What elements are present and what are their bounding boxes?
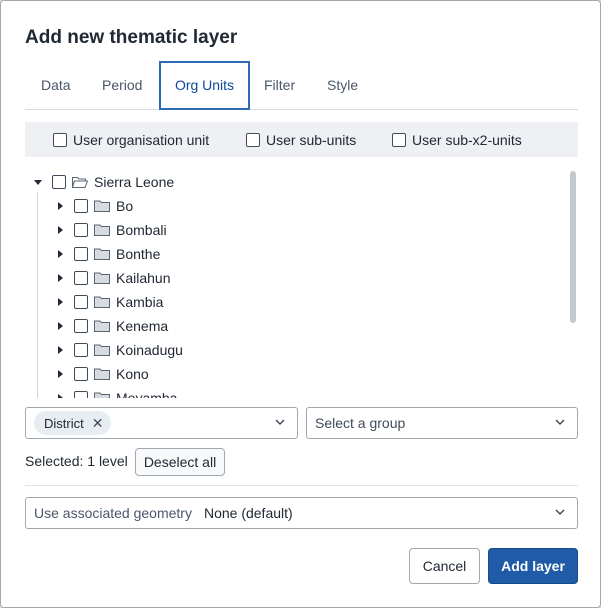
- selection-summary: Selected: 1 level: [25, 453, 128, 469]
- checkbox[interactable]: [74, 199, 88, 213]
- tab-data[interactable]: Data: [41, 61, 71, 110]
- tree-item-label[interactable]: Kono: [116, 366, 149, 382]
- geometry-value: None (default): [203, 505, 293, 521]
- tree-row[interactable]: Kenema: [58, 314, 168, 338]
- tree-item-label[interactable]: Kenema: [116, 318, 168, 334]
- geometry-select[interactable]: Use associated geometry None (default): [25, 497, 578, 529]
- checkbox[interactable]: [74, 271, 88, 285]
- chevron-down-icon: [555, 419, 565, 426]
- tree-item-label[interactable]: Bonthe: [116, 246, 160, 262]
- checkbox[interactable]: [74, 319, 88, 333]
- tree-root-row[interactable]: Sierra Leone: [34, 170, 174, 194]
- user-sub-x2-units-option[interactable]: User sub-x2-units: [392, 132, 522, 148]
- folder-icon: [94, 200, 110, 212]
- tree-item-label[interactable]: Moyamba: [116, 390, 177, 398]
- tab-period[interactable]: Period: [102, 61, 142, 110]
- geometry-label: Use associated geometry: [34, 505, 192, 521]
- caret-right-icon[interactable]: [58, 394, 63, 398]
- tree-row[interactable]: Moyamba: [58, 386, 177, 398]
- tree-row[interactable]: Bombali: [58, 218, 167, 242]
- option-label: User organisation unit: [73, 132, 210, 148]
- tab-filter[interactable]: Filter: [264, 61, 295, 110]
- checkbox[interactable]: [392, 133, 406, 147]
- caret-right-icon[interactable]: [58, 322, 63, 330]
- caret-right-icon[interactable]: [58, 298, 63, 306]
- tree-row[interactable]: Kailahun: [58, 266, 171, 290]
- user-sub-units-option[interactable]: User sub-units: [246, 132, 356, 148]
- group-select[interactable]: Select a group: [306, 407, 578, 439]
- caret-right-icon[interactable]: [58, 274, 63, 282]
- tree-guide-line: [37, 192, 38, 398]
- checkbox[interactable]: [74, 391, 88, 398]
- folder-icon: [94, 392, 110, 398]
- caret-right-icon[interactable]: [58, 202, 63, 210]
- chevron-down-icon: [555, 509, 565, 516]
- user-org-unit-options: User organisation unit User sub-units Us…: [25, 122, 578, 157]
- caret-down-icon[interactable]: [34, 179, 42, 185]
- folder-icon: [94, 368, 110, 380]
- tree-row[interactable]: Koinadugu: [58, 338, 183, 362]
- caret-right-icon[interactable]: [58, 250, 63, 258]
- option-label: User sub-x2-units: [412, 132, 522, 148]
- checkbox[interactable]: [74, 367, 88, 381]
- checkbox[interactable]: [52, 175, 66, 189]
- tab-style[interactable]: Style: [327, 61, 358, 110]
- folder-icon: [94, 296, 110, 308]
- org-unit-tree: Sierra Leone Bo Bombali Bonthe Kailahun Kamb…: [25, 166, 578, 398]
- chip-label: District: [44, 415, 84, 431]
- tree-row[interactable]: Bo: [58, 194, 133, 218]
- tree-item-label[interactable]: Koinadugu: [116, 342, 183, 358]
- tab-org-units[interactable]: Org Units: [159, 61, 250, 110]
- tree-row[interactable]: Kono: [58, 362, 149, 386]
- dialog-title: Add new thematic layer: [25, 27, 238, 48]
- chevron-down-icon: [275, 419, 285, 426]
- tree-row[interactable]: Bonthe: [58, 242, 160, 266]
- folder-open-icon: [72, 177, 88, 188]
- checkbox[interactable]: [74, 247, 88, 261]
- tree-item-label[interactable]: Bombali: [116, 222, 167, 238]
- add-layer-dialog: Add new thematic layer Data Period Org U…: [0, 0, 601, 608]
- tab-bar: Data Period Org Units Filter Style: [25, 61, 578, 110]
- folder-icon: [94, 272, 110, 284]
- folder-icon: [94, 344, 110, 356]
- tree-item-label[interactable]: Kambia: [116, 294, 163, 310]
- user-org-unit-option[interactable]: User organisation unit: [53, 132, 209, 148]
- level-select[interactable]: District ✕: [25, 407, 298, 439]
- deselect-all-button[interactable]: Deselect all: [135, 448, 225, 476]
- caret-right-icon[interactable]: [58, 346, 63, 354]
- level-chip: District ✕: [34, 411, 112, 435]
- checkbox[interactable]: [74, 223, 88, 237]
- checkbox[interactable]: [246, 133, 260, 147]
- tree-item-label[interactable]: Bo: [116, 198, 133, 214]
- tree-row[interactable]: Kambia: [58, 290, 163, 314]
- caret-right-icon[interactable]: [58, 226, 63, 234]
- checkbox[interactable]: [74, 343, 88, 357]
- remove-chip-icon[interactable]: ✕: [92, 415, 104, 432]
- add-layer-button[interactable]: Add layer: [488, 548, 578, 584]
- cancel-button[interactable]: Cancel: [409, 548, 480, 584]
- checkbox[interactable]: [53, 133, 67, 147]
- group-select-placeholder: Select a group: [315, 415, 406, 431]
- tree-item-label[interactable]: Kailahun: [116, 270, 171, 286]
- caret-right-icon[interactable]: [58, 370, 63, 378]
- tree-scrollbar[interactable]: [570, 171, 576, 323]
- checkbox[interactable]: [74, 295, 88, 309]
- tree-item-label[interactable]: Sierra Leone: [94, 174, 174, 190]
- option-label: User sub-units: [266, 132, 357, 148]
- divider: [25, 485, 578, 486]
- folder-icon: [94, 320, 110, 332]
- folder-icon: [94, 248, 110, 260]
- folder-icon: [94, 224, 110, 236]
